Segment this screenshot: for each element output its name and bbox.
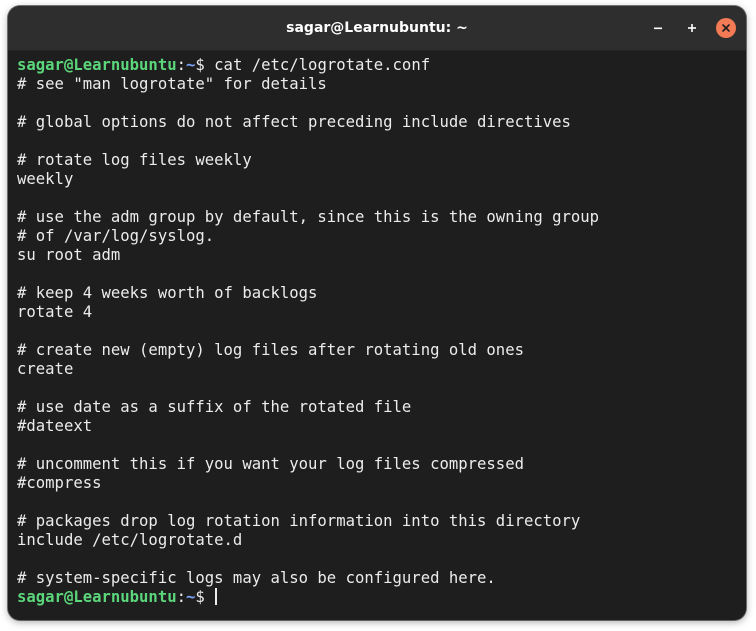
close-button[interactable]	[716, 18, 736, 38]
command-output: # see "man logrotate" for details # globa…	[17, 75, 746, 588]
output-line: # system-specific logs may also be confi…	[17, 569, 496, 587]
output-line: # uncomment this if you want your log fi…	[17, 455, 524, 473]
terminal-content[interactable]: sagar@Learnubuntu:~$ cat /etc/logrotate.…	[8, 51, 746, 620]
output-line: # packages drop log rotation information…	[17, 512, 581, 530]
text-cursor	[215, 588, 218, 605]
maximize-icon	[688, 24, 696, 32]
output-line: include /etc/logrotate.d	[17, 531, 243, 549]
output-line: #compress	[17, 474, 102, 492]
minimize-button[interactable]	[648, 18, 668, 38]
output-line: # use date as a suffix of the rotated fi…	[17, 398, 412, 416]
command-line: sagar@Learnubuntu:~$ cat /etc/logrotate.…	[17, 56, 746, 75]
prompt-separator: :	[176, 588, 186, 606]
output-line: # see "man logrotate" for details	[17, 75, 327, 93]
prompt-user-host: sagar@Learnubuntu	[17, 588, 177, 606]
close-icon	[722, 24, 730, 32]
prompt-path: ~	[186, 56, 196, 74]
output-line: su root adm	[17, 246, 121, 264]
output-line: weekly	[17, 170, 74, 188]
minimize-icon	[654, 27, 662, 30]
prompt-path: ~	[186, 588, 196, 606]
output-line: #dateext	[17, 417, 93, 435]
output-line: rotate 4	[17, 303, 93, 321]
terminal-window: sagar@Learnubuntu: ~ sagar@Learnubuntu:~…	[8, 6, 746, 620]
output-line: # global options do not affect preceding…	[17, 113, 571, 131]
prompt-user-host: sagar@Learnubuntu	[17, 56, 177, 74]
window-title: sagar@Learnubuntu: ~	[286, 20, 468, 36]
output-line: # use the adm group by default, since th…	[17, 208, 600, 226]
current-prompt-line[interactable]: sagar@Learnubuntu:~$	[17, 588, 746, 607]
prompt-separator: :	[176, 56, 186, 74]
title-bar[interactable]: sagar@Learnubuntu: ~	[8, 6, 746, 51]
output-line: create	[17, 360, 74, 378]
maximize-button[interactable]	[682, 18, 702, 38]
output-line: # create new (empty) log files after rot…	[17, 341, 524, 359]
prompt-symbol: $	[195, 56, 215, 74]
prompt-symbol: $	[195, 588, 215, 606]
command-text: cat /etc/logrotate.conf	[214, 56, 431, 74]
output-line: # rotate log files weekly	[17, 151, 252, 169]
output-line: # of /var/log/syslog.	[17, 227, 215, 245]
output-line: # keep 4 weeks worth of backlogs	[17, 284, 318, 302]
